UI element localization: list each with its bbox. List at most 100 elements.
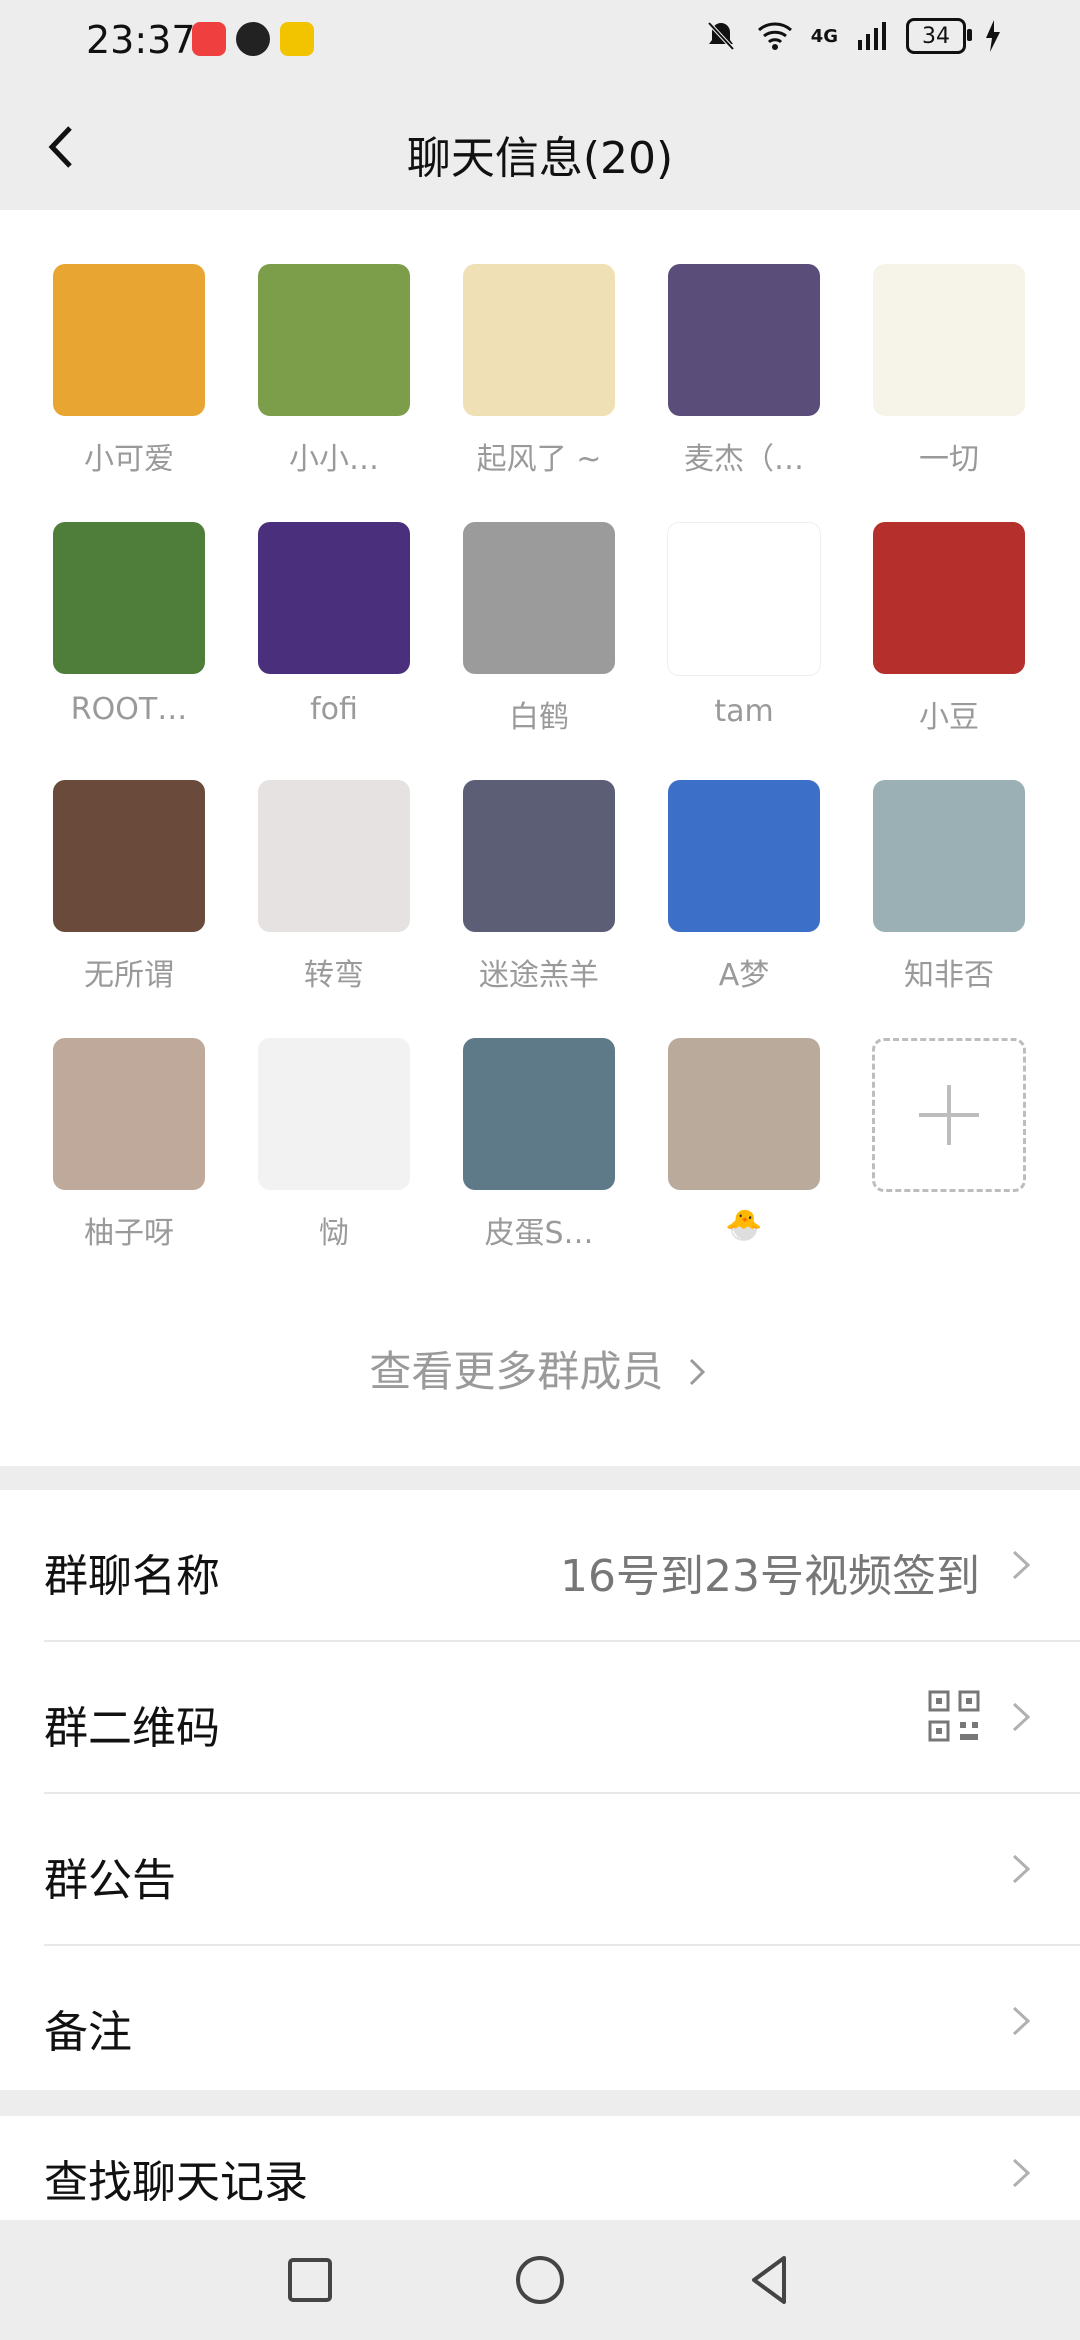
member-name: 皮蛋S… xyxy=(484,1216,594,1251)
status-bar: 23:37 4G 34 xyxy=(0,0,1080,84)
member-item[interactable]: 小小… xyxy=(249,264,419,478)
member-item[interactable]: 🐣 xyxy=(659,1038,829,1243)
member-item[interactable]: 麦杰（… xyxy=(659,264,829,478)
member-item[interactable]: A梦 xyxy=(659,780,829,994)
avatar xyxy=(258,522,410,674)
member-item[interactable]: fofi xyxy=(249,522,419,727)
member-item[interactable]: ROOT… xyxy=(44,522,214,727)
avatar xyxy=(258,1038,410,1190)
group-name-label: 群聊名称 xyxy=(44,1551,220,1602)
group-name-value: 16号到23号视频签到 xyxy=(560,1551,980,1602)
member-name: 白鹤 xyxy=(509,700,569,735)
avatar xyxy=(53,264,205,416)
members-panel: 小可爱 小小… 起风了 ~ 麦杰（… 一切 ROOT… fofi 白鹤 tam … xyxy=(0,210,1080,1466)
member-name: A梦 xyxy=(718,958,770,993)
chevron-right-icon xyxy=(1012,1854,1031,1884)
chevron-right-icon xyxy=(1012,2158,1031,2188)
avatar xyxy=(873,264,1025,416)
member-name: 转弯 xyxy=(304,958,364,993)
member-name: 起风了 ~ xyxy=(476,442,602,477)
avatar xyxy=(53,522,205,674)
member-name: ROOT… xyxy=(70,692,188,727)
avatar xyxy=(258,780,410,932)
member-name: 恸 xyxy=(319,1216,349,1251)
member-item[interactable]: 小豆 xyxy=(864,522,1034,736)
search-history-list: 查找聊天记录 xyxy=(0,2116,1080,2220)
member-name: 无所谓 xyxy=(84,958,174,993)
view-more-members-label: 查看更多群成员 xyxy=(369,1347,664,1396)
member-item[interactable]: 一切 xyxy=(864,264,1034,478)
member-name: 一切 xyxy=(919,442,979,477)
battery-level: 34 xyxy=(922,23,950,49)
avatar xyxy=(873,780,1025,932)
member-name: 小豆 xyxy=(919,700,979,735)
page-title: 聊天信息(20) xyxy=(406,133,674,184)
add-member-button[interactable] xyxy=(864,1038,1034,1192)
avatar xyxy=(463,522,615,674)
app-notification-icon xyxy=(280,22,314,56)
member-name: 迷途羔羊 xyxy=(479,958,599,993)
member-item[interactable]: 无所谓 xyxy=(44,780,214,994)
member-name: 知非否 xyxy=(904,958,994,993)
member-item[interactable]: 起风了 ~ xyxy=(454,264,624,478)
chevron-right-icon xyxy=(1012,1550,1031,1580)
member-item[interactable]: 知非否 xyxy=(864,780,1034,994)
remark-row[interactable]: 备注 xyxy=(0,1946,1080,2096)
mute-bell-icon xyxy=(707,21,735,51)
member-item[interactable]: 柚子呀 xyxy=(44,1038,214,1252)
member-item[interactable]: 转弯 xyxy=(249,780,419,994)
avatar xyxy=(463,264,615,416)
chevron-right-icon xyxy=(1012,2006,1031,2036)
avatar xyxy=(668,780,820,932)
avatar xyxy=(667,522,821,676)
qq-icon xyxy=(236,22,270,56)
view-more-members-link[interactable]: 查看更多群成员 xyxy=(0,1338,1080,1399)
member-item[interactable]: tam xyxy=(659,522,829,729)
system-navigation-bar xyxy=(0,2220,1080,2340)
member-name: 柚子呀 xyxy=(84,1216,174,1251)
search-chat-history-label: 查找聊天记录 xyxy=(44,2157,308,2208)
chevron-right-icon xyxy=(689,1358,705,1386)
member-item[interactable]: 迷途羔羊 xyxy=(454,780,624,994)
member-item[interactable]: 小可爱 xyxy=(44,264,214,478)
top-bar: 聊天信息(20) xyxy=(0,84,1080,210)
charging-icon xyxy=(986,20,1000,52)
member-item[interactable]: 白鹤 xyxy=(454,522,624,736)
wifi-icon xyxy=(757,22,792,50)
signal-icon xyxy=(858,22,886,50)
network-type-label: 4G xyxy=(810,25,838,47)
member-name: 小可爱 xyxy=(84,442,174,477)
group-settings-list: 群聊名称 16号到23号视频签到 群二维码 群公告 备注 xyxy=(0,1490,1080,2090)
avatar xyxy=(53,780,205,932)
avatar xyxy=(258,264,410,416)
back-nav-icon[interactable] xyxy=(740,2250,800,2310)
member-name: 小小… xyxy=(289,442,379,477)
avatar xyxy=(873,522,1025,674)
avatar xyxy=(668,1038,820,1190)
home-icon[interactable] xyxy=(510,2250,570,2310)
battery-indicator: 34 xyxy=(906,18,972,54)
avatar xyxy=(53,1038,205,1190)
member-item[interactable]: 恸 xyxy=(249,1038,419,1252)
avatar xyxy=(668,264,820,416)
add-icon xyxy=(872,1038,1026,1192)
remark-label: 备注 xyxy=(44,2007,132,2058)
status-time: 23:37 xyxy=(86,18,196,62)
member-name: tam xyxy=(714,694,774,729)
huawei-app-icon xyxy=(192,22,226,56)
group-qr-label: 群二维码 xyxy=(44,1703,220,1754)
group-notice-label: 群公告 xyxy=(44,1855,176,1906)
status-icons: 4G 34 xyxy=(703,18,1002,54)
member-name: fofi xyxy=(310,692,358,727)
member-name: 🐣 xyxy=(725,1208,763,1243)
recent-apps-icon[interactable] xyxy=(280,2250,340,2310)
group-notice-row[interactable]: 群公告 xyxy=(0,1794,1080,1944)
avatar xyxy=(463,780,615,932)
search-chat-history-row[interactable]: 查找聊天记录 xyxy=(0,2116,1080,2220)
qr-code-icon xyxy=(928,1690,980,1742)
chevron-right-icon xyxy=(1012,1702,1031,1732)
group-qr-row[interactable]: 群二维码 xyxy=(0,1642,1080,1792)
member-item[interactable]: 皮蛋S… xyxy=(454,1038,624,1252)
member-name: 麦杰（… xyxy=(684,442,804,477)
group-name-row[interactable]: 群聊名称 16号到23号视频签到 xyxy=(0,1490,1080,1640)
